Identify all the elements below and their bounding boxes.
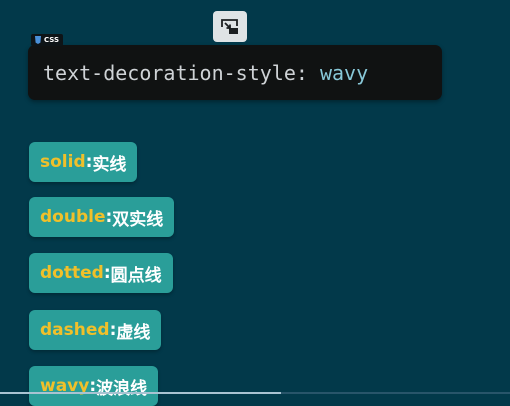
option-solid[interactable]: solid: 实线 (29, 142, 138, 182)
picture-in-picture-exit-icon (221, 18, 238, 34)
option-separator: : (109, 320, 117, 340)
code-block: text-decoration-style: wavy (28, 45, 442, 100)
picture-in-picture-button[interactable] (213, 11, 247, 42)
option-keyword: dashed (40, 320, 110, 340)
option-separator: : (85, 152, 93, 172)
option-keyword: double (40, 207, 106, 227)
code-colon: : (295, 60, 320, 85)
css-shield-icon (35, 36, 41, 44)
option-separator: : (105, 207, 113, 227)
option-wavy[interactable]: wavy: 波浪线 (29, 366, 159, 406)
code-language-label: CSS (44, 36, 60, 44)
option-separator: : (103, 263, 111, 283)
video-progress-fill (0, 392, 281, 394)
option-description: 波浪线 (96, 378, 148, 399)
option-keyword: dotted (40, 263, 104, 283)
option-keyword: solid (40, 152, 86, 172)
option-description: 圆点线 (110, 265, 162, 286)
code-language-badge: CSS (31, 34, 64, 46)
code-property: text-decoration-style (43, 60, 296, 85)
option-dotted[interactable]: dotted: 圆点线 (29, 253, 173, 293)
option-double[interactable]: double: 双实线 (29, 197, 175, 237)
code-value: wavy (319, 60, 369, 85)
option-description: 实线 (92, 154, 127, 175)
option-dashed[interactable]: dashed: 虚线 (29, 310, 162, 350)
video-progress-bar[interactable] (0, 392, 510, 394)
option-description: 虚线 (116, 322, 151, 343)
option-description: 双实线 (112, 209, 164, 230)
